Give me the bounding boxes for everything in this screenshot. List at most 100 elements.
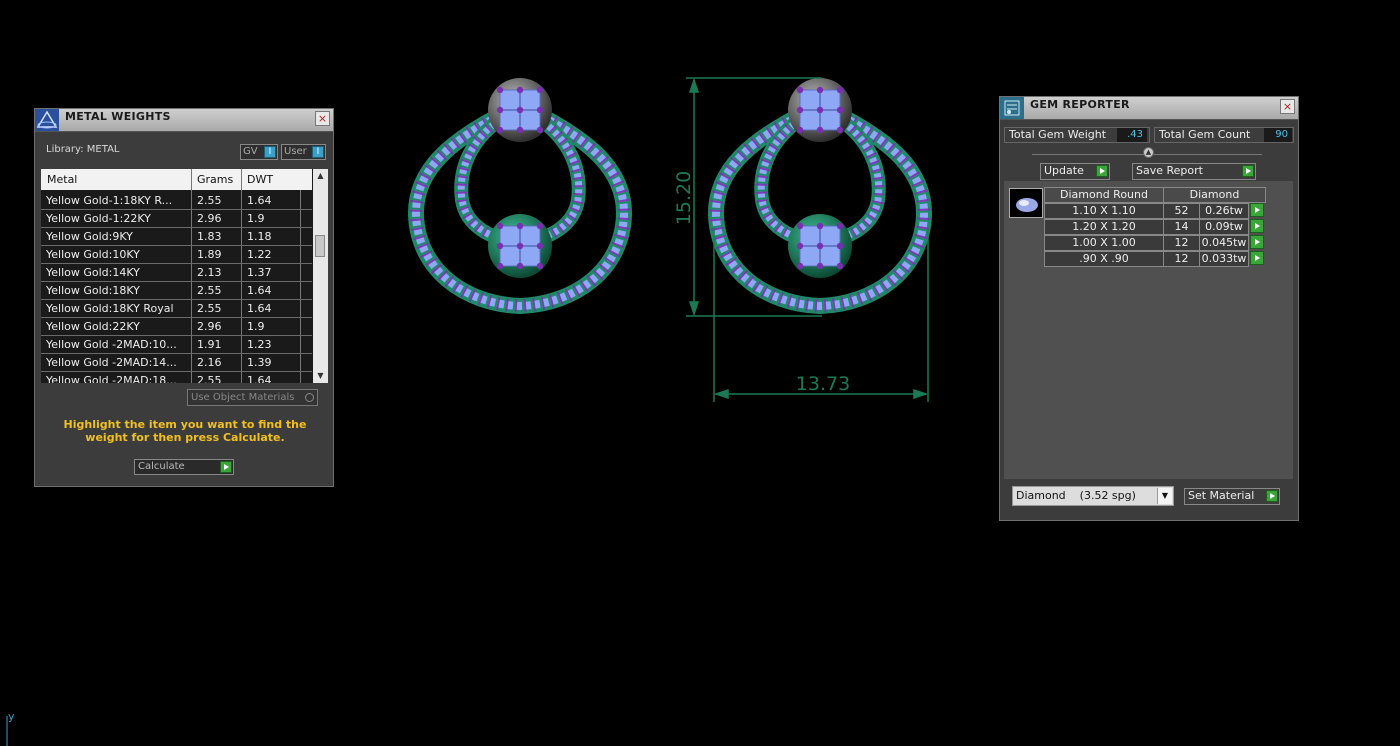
metal-weights-panel: METAL WEIGHTS × Library: METAL GV I User… <box>34 108 334 487</box>
update-button[interactable]: Update <box>1040 163 1110 180</box>
set-material-button[interactable]: Set Material <box>1184 488 1280 505</box>
play-arrow-icon[interactable] <box>1250 251 1264 265</box>
cell-metal: Yellow Gold:10KY <box>46 248 140 261</box>
play-arrow-icon[interactable] <box>1250 235 1264 249</box>
table-row[interactable]: Yellow Gold:9KY 1.83 1.18 <box>41 228 312 246</box>
total-gem-weight-value: .43 <box>1117 128 1147 142</box>
metal-weights-app-icon <box>35 109 59 131</box>
gem-weight-cell: 0.26tw <box>1199 203 1249 219</box>
close-icon[interactable]: × <box>315 111 330 126</box>
cell-dwt: 1.37 <box>247 266 272 279</box>
instruction-text: Highlight the item you want to find the … <box>63 418 307 444</box>
cell-grams: 2.13 <box>197 266 222 279</box>
table-row[interactable]: Yellow Gold-1:22KY 2.96 1.9 <box>41 210 312 228</box>
table-row[interactable]: Yellow Gold -2MAD:18... 2.55 1.64 <box>41 372 312 383</box>
column-header-grams[interactable]: Grams <box>197 173 233 186</box>
cell-dwt: 1.18 <box>247 230 272 243</box>
play-arrow-icon <box>220 461 232 473</box>
metal-table-scrollbar[interactable]: ▲ ▼ <box>313 169 328 383</box>
cell-grams: 1.91 <box>197 338 222 351</box>
gv-toggle-indicator: I <box>264 146 276 158</box>
table-row[interactable]: Yellow Gold-1:18KY R... 2.55 1.64 <box>41 192 312 210</box>
update-label: Update <box>1044 164 1084 177</box>
play-arrow-icon <box>1096 165 1108 177</box>
scroll-up-icon[interactable]: ▲ <box>313 169 328 183</box>
gv-toggle-label: GV <box>243 146 258 157</box>
play-arrow-icon <box>1266 490 1278 502</box>
table-row[interactable]: Yellow Gold -2MAD:14... 2.16 1.39 <box>41 354 312 372</box>
material-select[interactable]: Diamond (3.52 spg) ▼ <box>1012 486 1174 506</box>
play-arrow-icon[interactable] <box>1250 203 1264 217</box>
cell-grams: 1.83 <box>197 230 222 243</box>
cell-dwt: 1.64 <box>247 194 272 207</box>
cell-metal: Yellow Gold:22KY <box>46 320 140 333</box>
play-arrow-icon[interactable] <box>1250 219 1264 233</box>
cell-metal: Yellow Gold-1:22KY <box>46 212 151 225</box>
close-icon[interactable]: × <box>1280 99 1295 114</box>
metal-weights-title: METAL WEIGHTS <box>65 110 171 123</box>
metal-weights-titlebar[interactable]: METAL WEIGHTS × <box>35 109 333 132</box>
table-row[interactable]: Yellow Gold:22KY 2.96 1.9 <box>41 318 312 336</box>
calculate-button[interactable]: Calculate <box>134 459 234 475</box>
user-toggle-label: User <box>284 146 307 157</box>
gem-size-cell[interactable]: 1.10 X 1.10 <box>1044 203 1164 219</box>
gem-header-material: Diamond <box>1163 187 1266 203</box>
gem-reporter-panel: GEM REPORTER × Total Gem Weight .43 Tota… <box>999 96 1299 521</box>
gem-reporter-title: GEM REPORTER <box>1030 98 1130 111</box>
save-report-button[interactable]: Save Report <box>1132 163 1256 180</box>
cell-metal: Yellow Gold -2MAD:14... <box>46 356 177 369</box>
cell-metal: Yellow Gold -2MAD:10... <box>46 338 177 351</box>
scroll-down-icon[interactable]: ▼ <box>313 369 328 383</box>
cell-dwt: 1.9 <box>247 212 265 225</box>
metal-table[interactable]: Metal Grams DWT Yellow Gold-1:18KY R... 2… <box>41 169 328 383</box>
gem-size-cell[interactable]: 1.20 X 1.20 <box>1044 219 1164 235</box>
library-label: Library: METAL <box>46 144 120 155</box>
gem-report-area: Diamond Round Diamond 1.10 X 1.10 52 0.26t… <box>1004 181 1293 479</box>
earring-right[interactable] <box>707 78 933 315</box>
use-object-materials-option[interactable]: Use Object Materials <box>187 389 318 406</box>
gem-weight-cell: 0.09tw <box>1199 219 1249 235</box>
cell-metal: Yellow Gold:18KY <box>46 284 140 297</box>
table-row[interactable]: Yellow Gold:14KY 2.13 1.37 <box>41 264 312 282</box>
gem-count-cell: 14 <box>1163 219 1200 235</box>
table-row[interactable]: Yellow Gold:18KY 2.55 1.64 <box>41 282 312 300</box>
chevron-down-icon[interactable]: ▼ <box>1157 488 1172 504</box>
cell-grams: 2.55 <box>197 374 222 383</box>
cell-metal: Yellow Gold -2MAD:18... <box>46 374 177 383</box>
dimension-height-label: 15.20 <box>673 171 695 225</box>
cell-metal: Yellow Gold:18KY Royal <box>46 302 174 315</box>
gem-reporter-titlebar[interactable]: GEM REPORTER × <box>1000 97 1298 120</box>
metal-table-body: Yellow Gold-1:18KY R... 2.55 1.64 Yellow Go… <box>41 192 312 383</box>
use-object-materials-radio[interactable] <box>305 393 314 402</box>
total-gem-count-label: Total Gem Count <box>1159 128 1251 141</box>
cell-grams: 2.55 <box>197 284 222 297</box>
dimension-width-label: 13.73 <box>796 373 850 395</box>
gv-toggle[interactable]: GV I <box>240 144 278 160</box>
play-arrow-icon <box>1242 165 1254 177</box>
cell-grams: 2.96 <box>197 320 222 333</box>
diamond-round-gem-icon[interactable] <box>1009 188 1043 218</box>
gem-count-cell: 52 <box>1163 203 1200 219</box>
cell-dwt: 1.64 <box>247 374 272 383</box>
cell-metal: Yellow Gold-1:18KY R... <box>46 194 173 207</box>
cell-grams: 1.89 <box>197 248 222 261</box>
cell-metal: Yellow Gold:9KY <box>46 230 133 243</box>
cell-dwt: 1.64 <box>247 302 272 315</box>
gem-size-cell[interactable]: 1.00 X 1.00 <box>1044 235 1164 251</box>
total-gem-weight-label: Total Gem Weight <box>1009 128 1107 141</box>
table-row[interactable]: Yellow Gold:10KY 1.89 1.22 <box>41 246 312 264</box>
table-row[interactable]: Yellow Gold -2MAD:10... 1.91 1.23 <box>41 336 312 354</box>
gem-count-cell: 12 <box>1163 251 1200 267</box>
material-select-value: Diamond (3.52 spg) <box>1016 489 1136 502</box>
scroll-thumb[interactable] <box>315 235 325 257</box>
user-toggle[interactable]: User I <box>281 144 326 160</box>
table-row[interactable]: Yellow Gold:18KY Royal 2.55 1.64 <box>41 300 312 318</box>
cell-dwt: 1.64 <box>247 284 272 297</box>
use-object-materials-label: Use Object Materials <box>191 392 295 403</box>
column-header-metal[interactable]: Metal <box>47 173 77 186</box>
cell-grams: 2.55 <box>197 302 222 315</box>
collapse-knob-icon[interactable]: ▲ <box>1143 147 1154 158</box>
gem-size-cell[interactable]: .90 X .90 <box>1044 251 1164 267</box>
column-header-dwt[interactable]: DWT <box>247 173 273 186</box>
earring-left[interactable] <box>407 78 633 315</box>
